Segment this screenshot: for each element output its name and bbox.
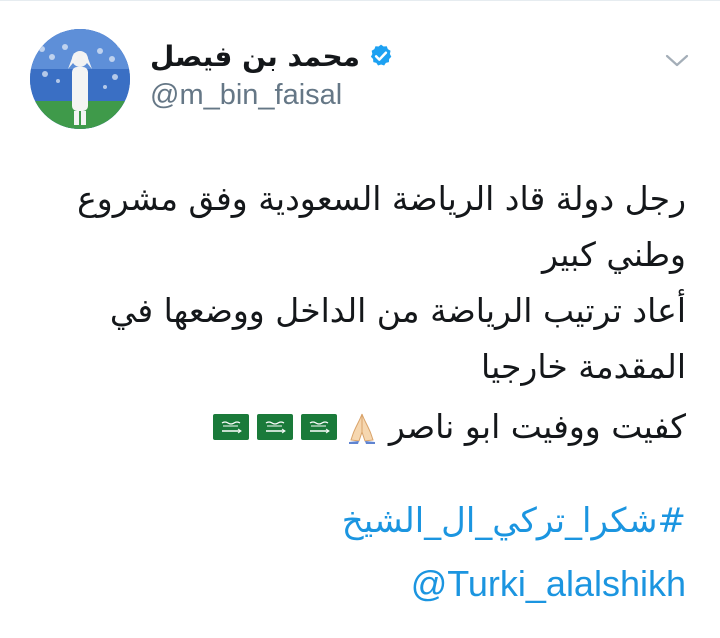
hashtag-link[interactable]: #شكرا_تركي_ال_الشيخ	[342, 501, 686, 541]
tweet-card: محمد بن فيصل @m_bin_faisal رجل دولة قاد …	[0, 0, 720, 638]
display-name[interactable]: محمد بن فيصل	[150, 40, 360, 73]
tweet-text: رجل دولة قاد الرياضة السعودية وفق مشروع …	[40, 171, 686, 455]
tweet-paragraph-3-text: كفيت ووفيت ابو ناصر	[388, 407, 686, 446]
handle[interactable]: @m_bin_faisal	[150, 79, 394, 112]
avatar-image	[30, 29, 130, 129]
avatar[interactable]	[30, 29, 130, 129]
emoji-group	[212, 410, 379, 444]
mention-link[interactable]: @Turki_alalshikh	[411, 563, 686, 605]
verified-badge-icon	[370, 44, 392, 66]
saudi-flag-icon	[212, 414, 249, 440]
saudi-flag-icon	[256, 414, 293, 440]
tweet-paragraph-1: رجل دولة قاد الرياضة السعودية وفق مشروع …	[77, 179, 686, 274]
tweet-paragraph-2: أعاد ترتيب الرياضة من الداخل ووضعها في ا…	[109, 291, 686, 386]
folded-hands-icon	[348, 413, 375, 444]
display-name-row: محمد بن فيصل	[150, 37, 394, 75]
tweet-paragraph-3: كفيت ووفيت ابو ناصر	[40, 399, 686, 455]
saudi-flag-icon	[300, 414, 337, 440]
author-info[interactable]: محمد بن فيصل @m_bin_faisal	[150, 37, 394, 112]
chevron-down-icon[interactable]	[664, 51, 690, 71]
